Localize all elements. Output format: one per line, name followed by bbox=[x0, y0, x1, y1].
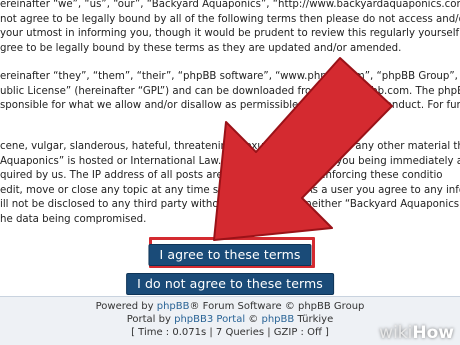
terms-paragraph-3: cene, vulgar, slanderous, hateful, threa… bbox=[0, 140, 460, 228]
terms-line: ereinafter “we”, “us”, “our”, “Backyard … bbox=[0, 0, 460, 10]
footer-text: Powered by bbox=[95, 301, 157, 312]
terms-line: Aquaponics” is hosted or International L… bbox=[0, 155, 460, 167]
terms-text-area: ereinafter “we”, “us”, “our”, “Backyard … bbox=[0, 0, 460, 236]
terms-line: gree to be legally bound by these terms … bbox=[0, 42, 402, 54]
terms-line: edit, move or close any topic at any tim… bbox=[0, 184, 460, 196]
terms-line: quired by us. The IP address of all post… bbox=[0, 170, 443, 182]
wikihow-watermark: wikiHow bbox=[379, 323, 454, 343]
phpbb-link[interactable]: phpBB bbox=[157, 301, 190, 312]
phpbb3-portal-link[interactable]: phpBB3 Portal bbox=[174, 314, 245, 325]
footer-powered-by: Powered by phpBB® Forum Software © phpBB… bbox=[0, 300, 460, 313]
terms-line: sponsible for what we allow and/or disal… bbox=[0, 100, 460, 112]
terms-paragraph-1: ereinafter “we”, “us”, “our”, “Backyard … bbox=[0, 0, 460, 56]
terms-line: your utmost in informing you, though it … bbox=[0, 28, 460, 40]
footer-text: © bbox=[245, 314, 262, 325]
terms-line: not agree to be legally bound by all of … bbox=[0, 13, 460, 25]
agree-button[interactable]: I agree to these terms bbox=[148, 244, 312, 266]
watermark-suffix: How bbox=[412, 323, 454, 343]
terms-paragraph-2: ereinafter “they”, “them”, “their”, “php… bbox=[0, 70, 460, 114]
terms-line: ill not be disclosed to any third party … bbox=[0, 199, 460, 211]
footer-text: ® Forum Software © phpBB Group bbox=[189, 301, 365, 312]
disagree-button[interactable]: I do not agree to these terms bbox=[126, 273, 334, 295]
terms-line: ereinafter “they”, “them”, “their”, “php… bbox=[0, 71, 460, 82]
footer-text: Portal by bbox=[126, 314, 175, 325]
terms-line: he data being compromised. bbox=[0, 213, 147, 225]
phpbb-link[interactable]: phpBB bbox=[261, 314, 294, 325]
footer-text: Türkiye bbox=[294, 314, 334, 325]
watermark-prefix: wiki bbox=[379, 323, 413, 343]
terms-line: cene, vulgar, slanderous, hateful, threa… bbox=[0, 141, 460, 152]
terms-line: ublic License” (hereinafter “GPL”) and c… bbox=[0, 85, 460, 97]
